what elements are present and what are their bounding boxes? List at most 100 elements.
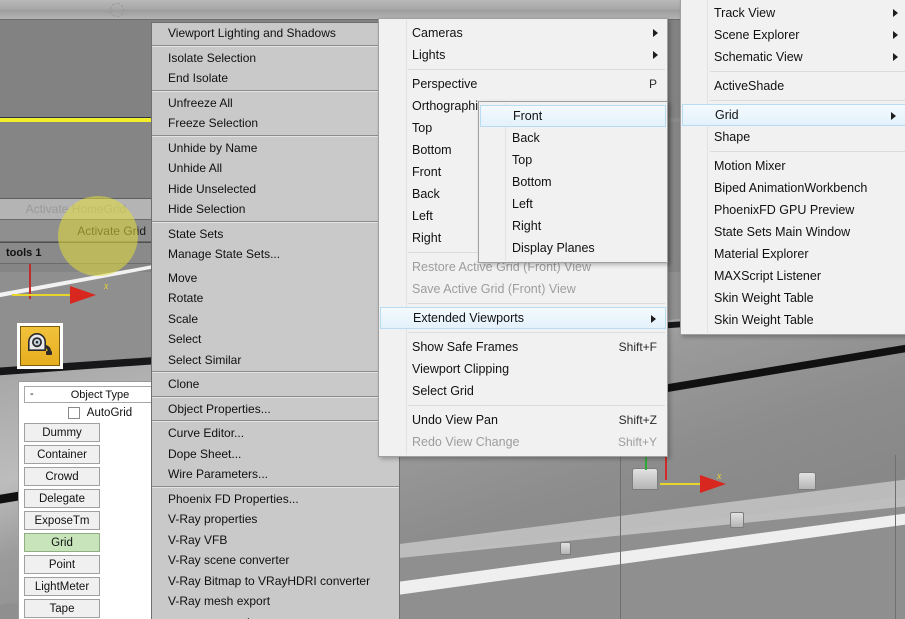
ortho-menu-item-label: Right (512, 219, 542, 233)
quad-menu-item[interactable]: Object Properties... (152, 399, 399, 420)
quad-menu-item[interactable]: Viewport Lighting and Shadows (152, 23, 399, 44)
tools-menu-item[interactable]: Skin Weight Table (681, 287, 905, 309)
tools-menu-item[interactable]: Scene Explorer (681, 24, 905, 46)
ortho-menu-item[interactable]: Display Planes (479, 237, 667, 259)
gizmo-left-x-arrow[interactable] (70, 286, 96, 304)
tools-menu-item-label: ActiveShade (714, 79, 785, 93)
collapse-icon[interactable]: - (30, 388, 34, 400)
activate-home-grid-item[interactable]: Activate HomeGrid (0, 198, 152, 220)
ortho-menu-item[interactable]: Bottom (479, 171, 667, 193)
quad-menu-item[interactable]: Unhide by Name (152, 138, 399, 159)
ortho-menu-item[interactable]: Top (479, 149, 667, 171)
views-menu-item[interactable]: Perspective P (379, 73, 667, 95)
views-menu-item[interactable]: Lights (379, 44, 667, 66)
ortho-menu-item[interactable]: Right (479, 215, 667, 237)
ortho-menu-item[interactable]: Back (479, 127, 667, 149)
gizmo-x-label: x (717, 471, 722, 482)
object-type-button[interactable]: Tape (24, 599, 100, 618)
quad-menu-item[interactable]: Phoenix FD Properties... (152, 489, 399, 510)
quad-menu-item[interactable]: Unhide All (152, 158, 399, 179)
quad-menu-item[interactable]: Wire Parameters... (152, 464, 399, 485)
tools-tab[interactable]: tools 1 (0, 242, 152, 264)
viewport-divider-left (620, 455, 621, 619)
quad-menu-item[interactable]: Rotate (152, 288, 399, 309)
toolbar-glyph-icon (110, 3, 124, 17)
tools-menu-item-label: State Sets Main Window (714, 225, 851, 239)
quad-menu-item[interactable]: End Isolate (152, 68, 399, 89)
quad-menu-item[interactable]: V-Ray VFB (152, 530, 399, 551)
object-type-button[interactable]: Crowd (24, 467, 100, 486)
views-menu-item[interactable]: Undo View Pan Shift+Z (379, 409, 667, 431)
quad-menu-item[interactable]: V-Ray scene converter (152, 550, 399, 571)
views-menu-item[interactable]: Show Safe Frames Shift+F (379, 336, 667, 358)
quad-menu-item[interactable]: Hide Selection (152, 199, 399, 220)
views-menu-item[interactable]: Cameras (379, 22, 667, 44)
tools-menu-item[interactable]: ActiveShade (681, 75, 905, 97)
menu-separator (408, 332, 665, 333)
tools-menu-item[interactable]: Motion Mixer (681, 155, 905, 177)
views-menu-item[interactable]: Select Grid (379, 380, 667, 402)
tools-menu-item[interactable]: Material Explorer (681, 243, 905, 265)
object-type-button[interactable]: Delegate (24, 489, 100, 508)
quad-menu-item[interactable]: Curve Editor... (152, 423, 399, 444)
object-type-button[interactable]: LightMeter (24, 577, 100, 596)
quad-menu-item[interactable]: Manage State Sets... (152, 244, 399, 265)
ortho-menu-item[interactable]: Left (479, 193, 667, 215)
tape-measure-icon (20, 326, 60, 366)
views-menu-item[interactable]: Viewport Clipping (379, 358, 667, 380)
tools-menu-item[interactable]: Biped AnimationWorkbench (681, 177, 905, 199)
tools-menu-item[interactable]: State Sets Main Window (681, 221, 905, 243)
quad-menu-item[interactable]: V-Ray Bitmap to VRayHDRI converter (152, 571, 399, 592)
tools-menu-item[interactable]: MAXScript Listener (681, 265, 905, 287)
quad-menu-item[interactable]: Dope Sheet... (152, 444, 399, 465)
quad-menu[interactable]: Viewport Lighting and Shadows Isolate Sel… (151, 22, 400, 619)
quad-menu-item[interactable]: Select (152, 329, 399, 350)
tools-menu-item[interactable]: Shape (681, 126, 905, 148)
quad-menu-item[interactable]: State Sets (152, 224, 399, 245)
object-type-button[interactable]: Container (24, 445, 100, 464)
quad-menu-item[interactable]: Unfreeze All (152, 93, 399, 114)
menu-separator (152, 395, 399, 398)
views-menu-item: Redo View Change Shift+Y (379, 431, 667, 453)
quad-menu-item[interactable]: Hide Unselected (152, 179, 399, 200)
gizmo-x-arrow[interactable] (700, 475, 726, 493)
tools-menu-item[interactable]: Schematic View (681, 46, 905, 68)
tools-menu-item[interactable]: Skin Weight Table (681, 309, 905, 331)
tape-measure-button[interactable] (17, 323, 63, 369)
views-menu-item-label: Select Grid (412, 384, 474, 398)
quad-menu-item[interactable]: V-Ray properties (152, 509, 399, 530)
object-type-button[interactable]: ExposeTm (24, 511, 100, 530)
quad-menu-item[interactable]: .vrscene exporter (152, 612, 399, 619)
ortho-menu-item[interactable]: Front (480, 105, 666, 127)
object-type-button[interactable]: Dummy (24, 423, 100, 442)
views-menu-item-label: Left (412, 209, 433, 223)
views-menu-item-label: Lights (412, 48, 446, 62)
quad-menu-item[interactable]: Isolate Selection (152, 48, 399, 69)
views-menu-item-label: Front (412, 165, 442, 179)
conning-tower (632, 468, 658, 490)
activate-grid-item[interactable]: Activate Grid (0, 220, 152, 242)
views-menu-item[interactable]: Extended Viewports (380, 307, 666, 329)
autogrid-checkbox[interactable] (67, 407, 80, 419)
quad-menu-item[interactable]: Clone (152, 374, 399, 395)
orthographic-submenu[interactable]: Front Back Top Bottom Left Right Display Plane… (478, 101, 668, 263)
object-type-button[interactable]: Grid (24, 533, 100, 552)
object-type-button[interactable]: Point (24, 555, 100, 574)
deck-detail-left (560, 542, 571, 555)
tools-menu-item[interactable]: Track View (681, 2, 905, 24)
tools-menu-item[interactable]: Grid (682, 104, 905, 126)
menu-separator (152, 89, 399, 92)
ortho-menu-item-label: Bottom (512, 175, 552, 189)
views-menu-item-label: Back (412, 187, 440, 201)
menu-separator (152, 44, 399, 47)
ortho-menu-item-label: Front (513, 109, 543, 123)
tools-menu-item-label: MAXScript Listener (714, 269, 821, 283)
viewport-divider-right (895, 455, 896, 619)
tools-menu[interactable]: Track View Scene Explorer Schematic View Ac… (680, 0, 905, 335)
quad-menu-item[interactable]: Scale (152, 309, 399, 330)
quad-menu-item[interactable]: Freeze Selection (152, 113, 399, 134)
quad-menu-item[interactable]: Move (152, 268, 399, 289)
tools-menu-item[interactable]: PhoenixFD GPU Preview (681, 199, 905, 221)
quad-menu-item[interactable]: V-Ray mesh export (152, 591, 399, 612)
quad-menu-item[interactable]: Select Similar (152, 350, 399, 371)
